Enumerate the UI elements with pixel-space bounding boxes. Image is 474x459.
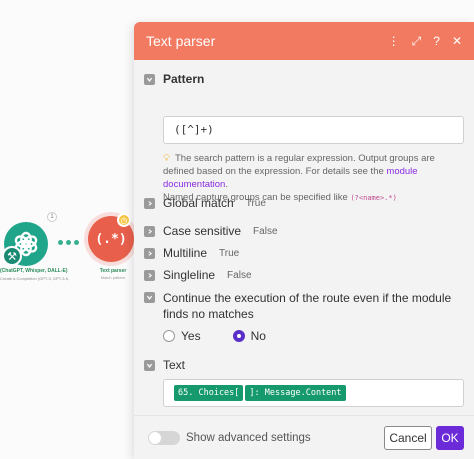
hint-period: .	[225, 179, 228, 190]
case-sensitive-label: Case sensitive	[163, 224, 242, 238]
text-field-header[interactable]: Text	[144, 358, 185, 372]
singleline-field[interactable]: Singleline False	[144, 268, 252, 282]
ok-button[interactable]: OK	[436, 425, 464, 450]
collapse-chevron-icon[interactable]	[144, 359, 155, 371]
text-parser-module-sublabel: Match pattern	[100, 275, 126, 280]
radio-yes[interactable]	[163, 330, 175, 342]
radio-yes-label[interactable]: Yes	[181, 329, 201, 343]
singleline-label: Singleline	[163, 268, 216, 282]
clock-icon: ◷	[117, 213, 131, 227]
advanced-settings-label[interactable]: Show advanced settings	[186, 432, 384, 444]
multiline-label: Multiline	[163, 246, 208, 260]
expand-chevron-icon[interactable]	[144, 247, 155, 259]
dialog-body: Pattern ([^]+) 💡︎ The search pattern is a…	[134, 60, 474, 415]
radio-no-label[interactable]: No	[251, 329, 266, 343]
pattern-field-header[interactable]: Pattern	[144, 72, 204, 86]
advanced-settings-toggle[interactable]	[148, 430, 180, 445]
dialog-title: Text parser	[146, 33, 216, 49]
expand-chevron-icon[interactable]	[144, 225, 155, 237]
global-match-value: True	[245, 197, 266, 209]
dialog-footer: Show advanced settings Cancel OK	[134, 415, 474, 459]
lightbulb-icon: 💡︎	[163, 153, 170, 164]
text-label: Text	[163, 358, 186, 372]
collapse-chevron-icon[interactable]	[144, 73, 155, 85]
mapped-value-pill[interactable]: ]: Message.Content	[245, 385, 346, 401]
text-parser-module-label: Text parser	[99, 268, 127, 274]
case-sensitive-value: False	[253, 225, 278, 237]
connector-dot	[66, 240, 71, 245]
openai-module-sublabel: Create a Completion (GPT-3, GPT-3.5, GPT…	[0, 276, 70, 281]
continue-route-label: Continue the execution of the route even…	[163, 291, 452, 321]
pattern-label: Pattern	[163, 72, 205, 86]
more-vertical-icon[interactable]: ⋮	[388, 35, 400, 47]
module-connector[interactable]	[58, 240, 79, 245]
pattern-input[interactable]: ([^]+)	[163, 116, 464, 144]
continue-route-radio-group: Yes No	[163, 329, 266, 343]
openai-module-label: (ChatGPT, Whisper, DALL-E)	[0, 268, 68, 274]
cancel-button[interactable]: Cancel	[384, 425, 432, 450]
expand-chevron-icon[interactable]	[144, 269, 155, 281]
global-match-label: Global match	[163, 196, 234, 210]
dialog-header: Text parser ⋮ ⤢ ? ✕	[134, 22, 474, 60]
case-sensitive-field[interactable]: Case sensitive False	[144, 224, 278, 238]
hint-code-example: (?<name>.*)	[350, 194, 397, 202]
wrench-icon[interactable]: ⚒	[2, 246, 22, 266]
text-input[interactable]: 65. Choices[ ]: Message.Content	[163, 379, 464, 407]
global-match-field[interactable]: Global match True	[144, 196, 266, 210]
close-icon[interactable]: ✕	[452, 35, 462, 47]
connector-dot	[58, 240, 63, 245]
collapse-chevron-icon[interactable]	[144, 292, 155, 303]
connector-dot	[74, 240, 79, 245]
expand-icon[interactable]: ⤢	[412, 35, 422, 47]
module-settings-dialog: Text parser ⋮ ⤢ ? ✕ Pattern ([^]+) 💡︎ The…	[134, 22, 474, 459]
module-handle[interactable]: 1	[47, 212, 57, 222]
help-icon[interactable]: ?	[433, 35, 440, 47]
multiline-field[interactable]: Multiline True	[144, 246, 239, 260]
singleline-value: False	[227, 269, 252, 281]
multiline-value: True	[219, 247, 240, 259]
continue-route-field[interactable]: Continue the execution of the route even…	[144, 290, 454, 322]
mapped-value-pill[interactable]: 65. Choices[	[174, 385, 244, 401]
radio-no[interactable]	[232, 330, 245, 342]
expand-chevron-icon[interactable]	[144, 197, 155, 209]
text-parser-icon: (.*)	[95, 231, 127, 247]
